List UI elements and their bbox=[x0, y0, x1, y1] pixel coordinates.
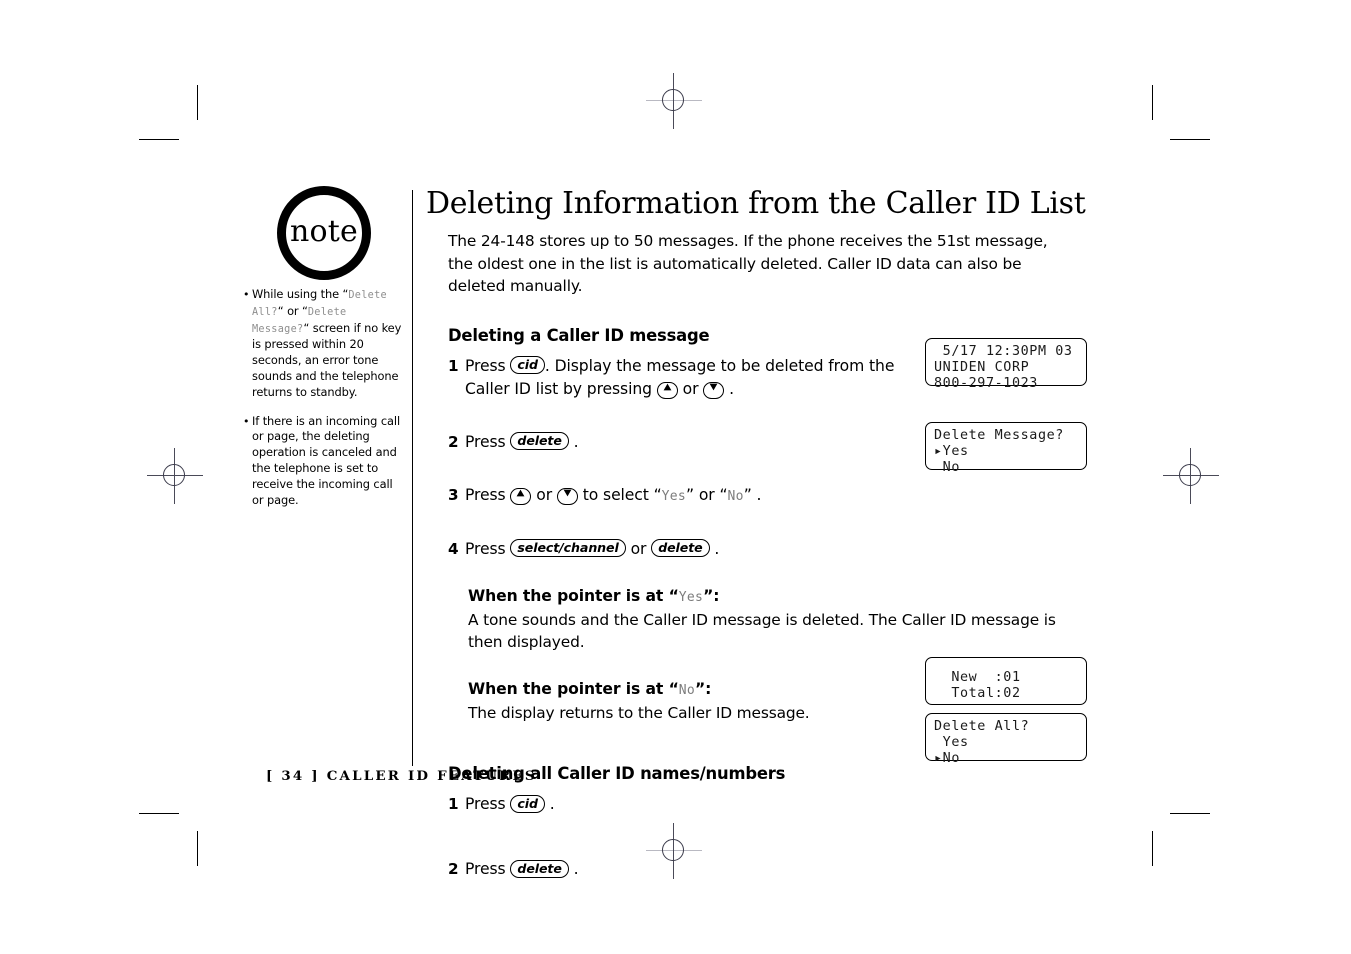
lcd-line: ▸Yes bbox=[934, 444, 969, 460]
note-badge: note bbox=[277, 186, 371, 280]
key-cid-pill[interactable]: cid bbox=[510, 794, 545, 813]
arrow-down-icon[interactable] bbox=[703, 381, 725, 399]
note-badge-label: note bbox=[290, 213, 358, 249]
step-text: to select “ bbox=[577, 485, 662, 504]
crop-mark-top-right-horizontal bbox=[1170, 139, 1210, 140]
pointer-heading-text-end: ”: bbox=[703, 586, 720, 605]
key-delete-pill[interactable]: delete bbox=[510, 432, 569, 451]
key-cid-pill[interactable]: cid bbox=[510, 356, 545, 375]
arrow-up-icon[interactable] bbox=[656, 381, 678, 399]
step-text: . bbox=[709, 539, 720, 558]
step-text: ” . bbox=[743, 485, 762, 504]
step-item: 3 Press or to select “Yes” or “No” . bbox=[448, 484, 1106, 508]
lcd-line: UNIDEN CORP bbox=[934, 360, 1030, 376]
key-select-channel-pill[interactable]: select/channel bbox=[510, 539, 626, 558]
step-number: 1 bbox=[448, 356, 459, 375]
note-text-or: or bbox=[283, 303, 303, 318]
call-counts-display: New :01 Total:02 bbox=[925, 657, 1087, 705]
pointer-heading-text: When the pointer is at “ bbox=[468, 586, 679, 605]
step-body: Press select/channel or delete . bbox=[465, 538, 1085, 561]
step-text: Press bbox=[465, 539, 511, 558]
step-item: 2 Press delete . bbox=[448, 858, 1106, 881]
step-text: Press bbox=[465, 485, 511, 504]
note-item: • If there is an incoming call or page, … bbox=[243, 414, 403, 509]
step-text: or bbox=[677, 379, 704, 398]
lcd-option-yes: Yes bbox=[661, 488, 687, 504]
bullet-icon: • bbox=[243, 288, 250, 301]
lcd-line: 5/17 12:30PM 03 bbox=[934, 344, 1073, 359]
step-text: Press bbox=[465, 356, 511, 375]
column-divider bbox=[412, 190, 413, 766]
step-body: Press or to select “Yes” or “No” . bbox=[465, 484, 1085, 508]
registration-mark-top bbox=[646, 73, 702, 129]
step-text: . bbox=[544, 795, 555, 813]
step-text: Press bbox=[465, 795, 511, 813]
lcd-line: No bbox=[934, 460, 960, 476]
step-text: . bbox=[568, 860, 579, 878]
registration-mark-right bbox=[1163, 448, 1219, 504]
intro-paragraph: The 24-148 stores up to 50 messages. If … bbox=[448, 232, 1048, 296]
main-content: Deleting Information from the Caller ID … bbox=[426, 186, 1106, 897]
crop-mark-bottom-right-vertical bbox=[1152, 831, 1153, 866]
lcd-line: New :01 bbox=[934, 670, 1021, 685]
page-footer: [ 34 ] CALLER ID FEATURES bbox=[266, 768, 537, 784]
delete-all-prompt-display: Delete All? Yes ▸No bbox=[925, 713, 1087, 766]
pointer-heading-text-end: ”: bbox=[695, 679, 712, 698]
note-text: While using the “Delete All?“ or “Delete… bbox=[252, 287, 403, 401]
pointer-yes-block: When the pointer is at “Yes”: A tone sou… bbox=[468, 585, 1106, 654]
note-text: If there is an incoming call or page, th… bbox=[252, 413, 401, 507]
lcd-line: Yes bbox=[934, 735, 969, 751]
crop-mark-bottom-right-horizontal bbox=[1170, 813, 1210, 814]
bullet-icon: • bbox=[243, 414, 250, 428]
step-item: 4 Press select/channel or delete . bbox=[448, 538, 1106, 561]
caller-id-message-display: 5/17 12:30PM 03 UNIDEN CORP 800-297-1023 bbox=[925, 338, 1087, 391]
crop-mark-top-left-horizontal bbox=[139, 139, 179, 140]
page-title: Deleting Information from the Caller ID … bbox=[426, 186, 1086, 221]
step-body: Press delete . bbox=[465, 858, 905, 881]
crop-mark-bottom-left-vertical bbox=[197, 831, 198, 866]
step-number: 2 bbox=[448, 432, 459, 451]
pointer-heading-text: When the pointer is at “ bbox=[468, 679, 679, 698]
step-number: 1 bbox=[448, 795, 459, 813]
step-number: 3 bbox=[448, 485, 459, 504]
step-text: ” or “ bbox=[686, 485, 728, 504]
step-text: Press bbox=[465, 432, 511, 451]
crop-mark-top-left-vertical bbox=[197, 85, 198, 120]
lcd-option-yes: Yes bbox=[678, 589, 704, 605]
lcd-option-no: No bbox=[678, 682, 696, 698]
step-text: . bbox=[724, 379, 734, 398]
sidebar-notes: • While using the “Delete All?“ or “Dele… bbox=[243, 287, 403, 521]
lcd-line: Delete Message? bbox=[934, 428, 1064, 443]
key-delete-pill[interactable]: delete bbox=[510, 859, 569, 878]
step-text: or bbox=[531, 485, 557, 504]
step-body: Press cid. Display the message to be del… bbox=[465, 355, 905, 401]
step-text: or bbox=[625, 539, 652, 558]
arrow-up-icon[interactable] bbox=[510, 487, 532, 505]
lcd-option-no: No bbox=[727, 488, 744, 504]
step-text: . bbox=[568, 432, 579, 451]
lcd-line: Total:02 bbox=[934, 686, 1021, 702]
key-delete-pill[interactable]: delete bbox=[651, 539, 710, 558]
lcd-line: 800-297-1023 bbox=[934, 376, 1038, 392]
crop-mark-top-right-vertical bbox=[1152, 85, 1153, 120]
crop-mark-bottom-left-horizontal bbox=[139, 813, 179, 814]
lcd-line: Delete All? bbox=[934, 719, 1030, 734]
arrow-down-icon[interactable] bbox=[556, 487, 578, 505]
step-text: Press bbox=[465, 860, 511, 878]
section-heading-delete-all: Deleting all Caller ID names/numbers bbox=[448, 764, 786, 783]
manual-page: note • While using the “Delete All?“ or … bbox=[0, 0, 1351, 954]
pointer-yes-body: A tone sounds and the Caller ID message … bbox=[468, 610, 1056, 652]
step-item: 1 Press cid . bbox=[448, 793, 1106, 816]
lcd-line: ▸No bbox=[934, 751, 960, 767]
step-body: Press cid . bbox=[465, 793, 905, 816]
step-number: 4 bbox=[448, 539, 459, 558]
pointer-yes-heading: When the pointer is at “Yes”: bbox=[468, 585, 1106, 609]
step-number: 2 bbox=[448, 860, 459, 878]
delete-message-prompt-display: Delete Message? ▸Yes No bbox=[925, 422, 1087, 475]
note-item: • While using the “Delete All?“ or “Dele… bbox=[243, 287, 403, 401]
registration-mark-left bbox=[147, 448, 203, 504]
step-body: Press delete . bbox=[465, 431, 905, 454]
note-text-lead: While using the bbox=[252, 287, 343, 301]
